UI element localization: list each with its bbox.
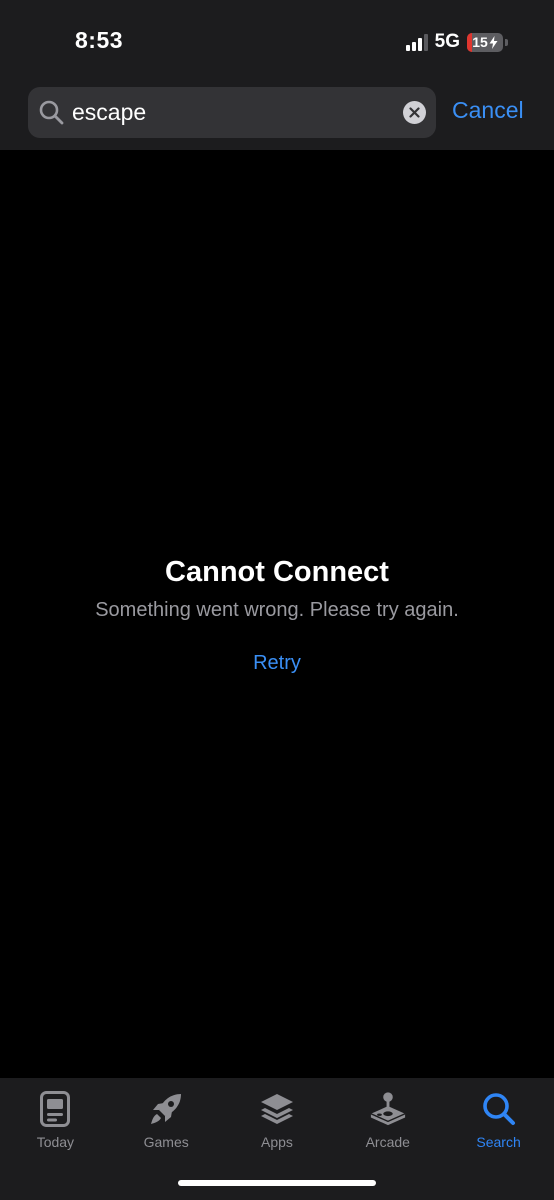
status-time: 8:53 <box>75 27 124 53</box>
home-indicator[interactable] <box>178 1180 376 1186</box>
charging-bolt-icon <box>489 35 498 49</box>
cancel-button[interactable]: Cancel <box>452 97 524 124</box>
tab-label: Arcade <box>365 1134 410 1150</box>
tab-search[interactable]: Search <box>454 1090 544 1200</box>
tab-label: Games <box>143 1134 189 1150</box>
search-icon <box>480 1090 518 1128</box>
signal-strength-icon <box>405 33 428 51</box>
header: 8:53 5G 15 escape Cancel <box>0 0 554 150</box>
status-indicators: 5G 15 <box>405 30 508 54</box>
tab-label: Today <box>36 1134 75 1150</box>
tab-label: Apps <box>261 1134 293 1150</box>
search-query[interactable]: escape <box>72 99 146 126</box>
layers-icon <box>258 1090 296 1128</box>
error-message: Something went wrong. Please try again. <box>95 599 459 621</box>
joystick-icon <box>369 1090 407 1128</box>
error-state: Cannot Connect Something went wrong. Ple… <box>0 556 554 675</box>
rocket-icon <box>147 1090 185 1128</box>
tab-label: Search <box>476 1134 521 1150</box>
battery-icon: 15 <box>467 32 503 52</box>
network-type: 5G <box>434 31 460 52</box>
clear-x-icon[interactable] <box>403 101 426 124</box>
battery-level: 15 <box>472 34 488 50</box>
retry-button[interactable]: Retry <box>253 652 301 675</box>
error-title: Cannot Connect <box>165 556 389 588</box>
today-icon <box>36 1090 74 1128</box>
tab-today[interactable]: Today <box>10 1090 100 1200</box>
search-input[interactable]: escape <box>28 87 436 138</box>
magnifier-icon <box>39 100 64 125</box>
screen: 8:53 5G 15 escape Cancel Cannot Connect … <box>0 0 554 1200</box>
battery-cap <box>505 38 508 46</box>
